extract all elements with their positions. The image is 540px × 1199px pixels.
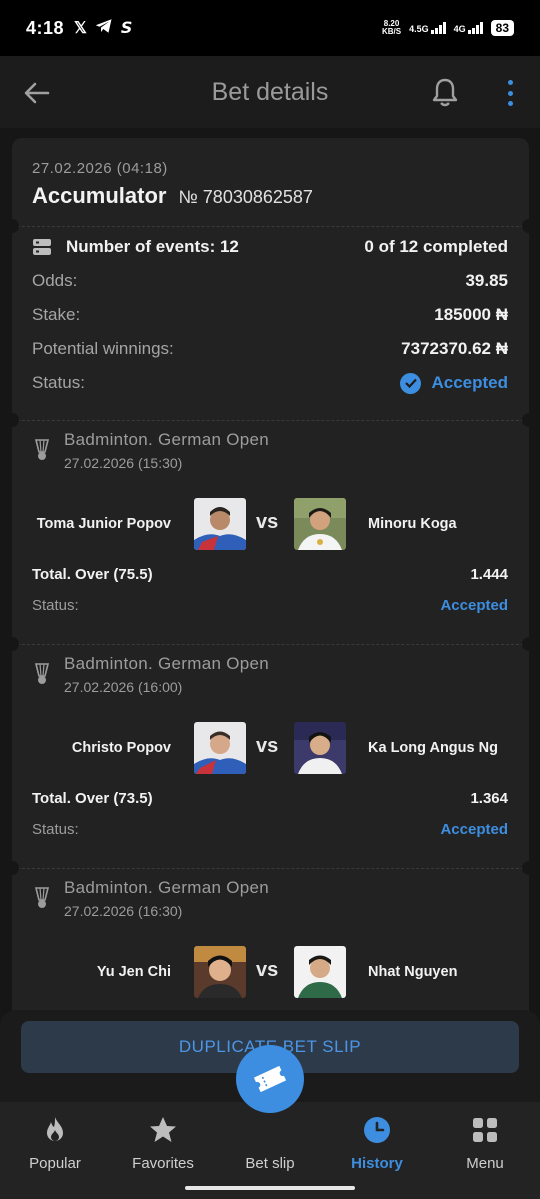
bet-header: 27.02.2026 (04:18) Accumulator № 7803086… xyxy=(12,138,529,220)
event-status-label: Status: xyxy=(32,821,79,838)
event-card[interactable]: Badminton. German Open 27.02.2026 (16:00… xyxy=(32,654,508,854)
nav-history-label: History xyxy=(351,1155,403,1172)
nav-favorites[interactable]: Favorites xyxy=(109,1102,217,1182)
battery-indicator: 83 xyxy=(490,20,514,36)
player2-avatar xyxy=(294,946,346,998)
signal-bars-icon xyxy=(467,22,483,34)
nav-popular[interactable]: Popular xyxy=(1,1102,109,1182)
s-app-icon: 𝙎 xyxy=(120,20,133,37)
market-name: Total. Over (73.5) xyxy=(32,790,153,807)
odds-label: Odds: xyxy=(32,271,78,290)
star-icon xyxy=(150,1117,176,1142)
grid-menu-icon xyxy=(473,1118,497,1142)
event-league: Badminton. German Open xyxy=(64,430,270,449)
check-circle-icon xyxy=(400,372,422,394)
signal-4g: 4G xyxy=(454,22,483,34)
events-list-icon xyxy=(33,239,51,255)
nav-menu[interactable]: Menu xyxy=(431,1102,539,1182)
clock: 4:18 xyxy=(26,17,65,38)
app-bar: Bet details xyxy=(0,56,540,128)
status-bar: 4:18 𝕏 𝙎 8.20 KB/S 4.5G 4G 83 xyxy=(0,0,540,56)
status-badge: Accepted xyxy=(400,372,508,394)
stake-value: 185000 ₦ xyxy=(434,305,508,324)
player2-avatar xyxy=(294,498,346,550)
shuttlecock-icon xyxy=(34,887,50,908)
bell-icon[interactable] xyxy=(430,76,460,108)
event-league: Badminton. German Open xyxy=(64,654,270,673)
player2-name: Ka Long Angus Ng xyxy=(368,740,498,756)
event-status: Accepted xyxy=(440,821,508,838)
winnings-value: 7372370.62 ₦ xyxy=(401,339,508,358)
odds-value: 39.85 xyxy=(465,271,508,290)
nav-betslip-label: Bet slip xyxy=(245,1155,295,1172)
match-row: Toma Junior Popov vs Minoru Koga xyxy=(32,498,508,552)
player1-name: Yu Jen Chi xyxy=(96,964,171,980)
match-row: Christo Popov vs Ka Long Angus Ng xyxy=(32,722,508,776)
player1-name: Christo Popov xyxy=(71,740,171,756)
shuttlecock-icon xyxy=(34,439,50,460)
stake-label: Stake: xyxy=(32,305,81,324)
completed-count: 0 of 12 completed xyxy=(364,237,508,256)
versus-label: vs xyxy=(256,959,279,981)
ticket-icon xyxy=(253,1065,287,1093)
bet-date: 27.02.2026 xyxy=(32,160,113,177)
nav-menu-label: Menu xyxy=(466,1155,504,1172)
bet-slip-fab[interactable] xyxy=(236,1045,304,1113)
event-league: Badminton. German Open xyxy=(64,878,270,897)
player1-avatar xyxy=(194,946,246,998)
match-row: Yu Jen Chi vs Nhat Nguyen xyxy=(32,946,508,1000)
event-card[interactable]: Badminton. German Open 27.02.2026 (15:30… xyxy=(32,430,508,630)
market-odds: 1.364 xyxy=(470,790,508,807)
player1-avatar xyxy=(194,722,246,774)
player1-name: Toma Junior Popov xyxy=(36,516,171,532)
event-status: Accepted xyxy=(440,597,508,614)
nav-favorites-label: Favorites xyxy=(132,1155,194,1172)
versus-label: vs xyxy=(256,735,279,757)
player1-avatar xyxy=(194,498,246,550)
event-datetime: 27.02.2026 (16:30) xyxy=(64,903,183,919)
divider xyxy=(12,637,529,651)
network-speed: 8.20 KB/S xyxy=(381,19,402,36)
bet-time: (04:18) xyxy=(116,160,168,177)
back-arrow-icon[interactable] xyxy=(22,78,52,108)
event-datetime: 27.02.2026 (15:30) xyxy=(64,455,183,471)
more-options-icon[interactable] xyxy=(506,80,514,106)
divider xyxy=(12,413,529,427)
shuttlecock-icon xyxy=(34,663,50,684)
event-status-label: Status: xyxy=(32,597,79,614)
bet-number: № 78030862587 xyxy=(178,187,313,207)
signal-4-5g: 4.5G xyxy=(409,22,446,34)
signal-bars-icon xyxy=(430,22,446,34)
nav-history[interactable]: History xyxy=(323,1102,431,1182)
divider xyxy=(12,219,529,233)
winnings-label: Potential winnings: xyxy=(32,339,174,358)
status-label: Status: xyxy=(32,373,85,392)
divider xyxy=(12,861,529,875)
clock-icon xyxy=(364,1117,390,1143)
player2-avatar xyxy=(294,722,346,774)
versus-label: vs xyxy=(256,511,279,533)
x-app-icon: 𝕏 xyxy=(74,20,87,37)
nav-popular-label: Popular xyxy=(29,1155,81,1172)
bet-details-card: 27.02.2026 (04:18) Accumulator № 7803086… xyxy=(12,138,529,1038)
gesture-bar[interactable] xyxy=(185,1186,355,1190)
bottom-nav: Popular Favorites Bet slip History Menu xyxy=(0,1102,540,1199)
market-odds: 1.444 xyxy=(470,566,508,583)
bet-type: Accumulator xyxy=(32,183,167,208)
event-datetime: 27.02.2026 (16:00) xyxy=(64,679,183,695)
player2-name: Nhat Nguyen xyxy=(368,964,458,980)
market-name: Total. Over (75.5) xyxy=(32,566,153,583)
telegram-icon xyxy=(95,19,112,33)
events-count: Number of events: 12 xyxy=(66,237,239,256)
flame-icon xyxy=(47,1117,63,1141)
bet-summary: Number of events: 12 0 of 12 completed O… xyxy=(32,230,508,400)
player2-name: Minoru Koga xyxy=(368,516,457,532)
nav-betslip[interactable]: Bet slip xyxy=(216,1102,324,1182)
